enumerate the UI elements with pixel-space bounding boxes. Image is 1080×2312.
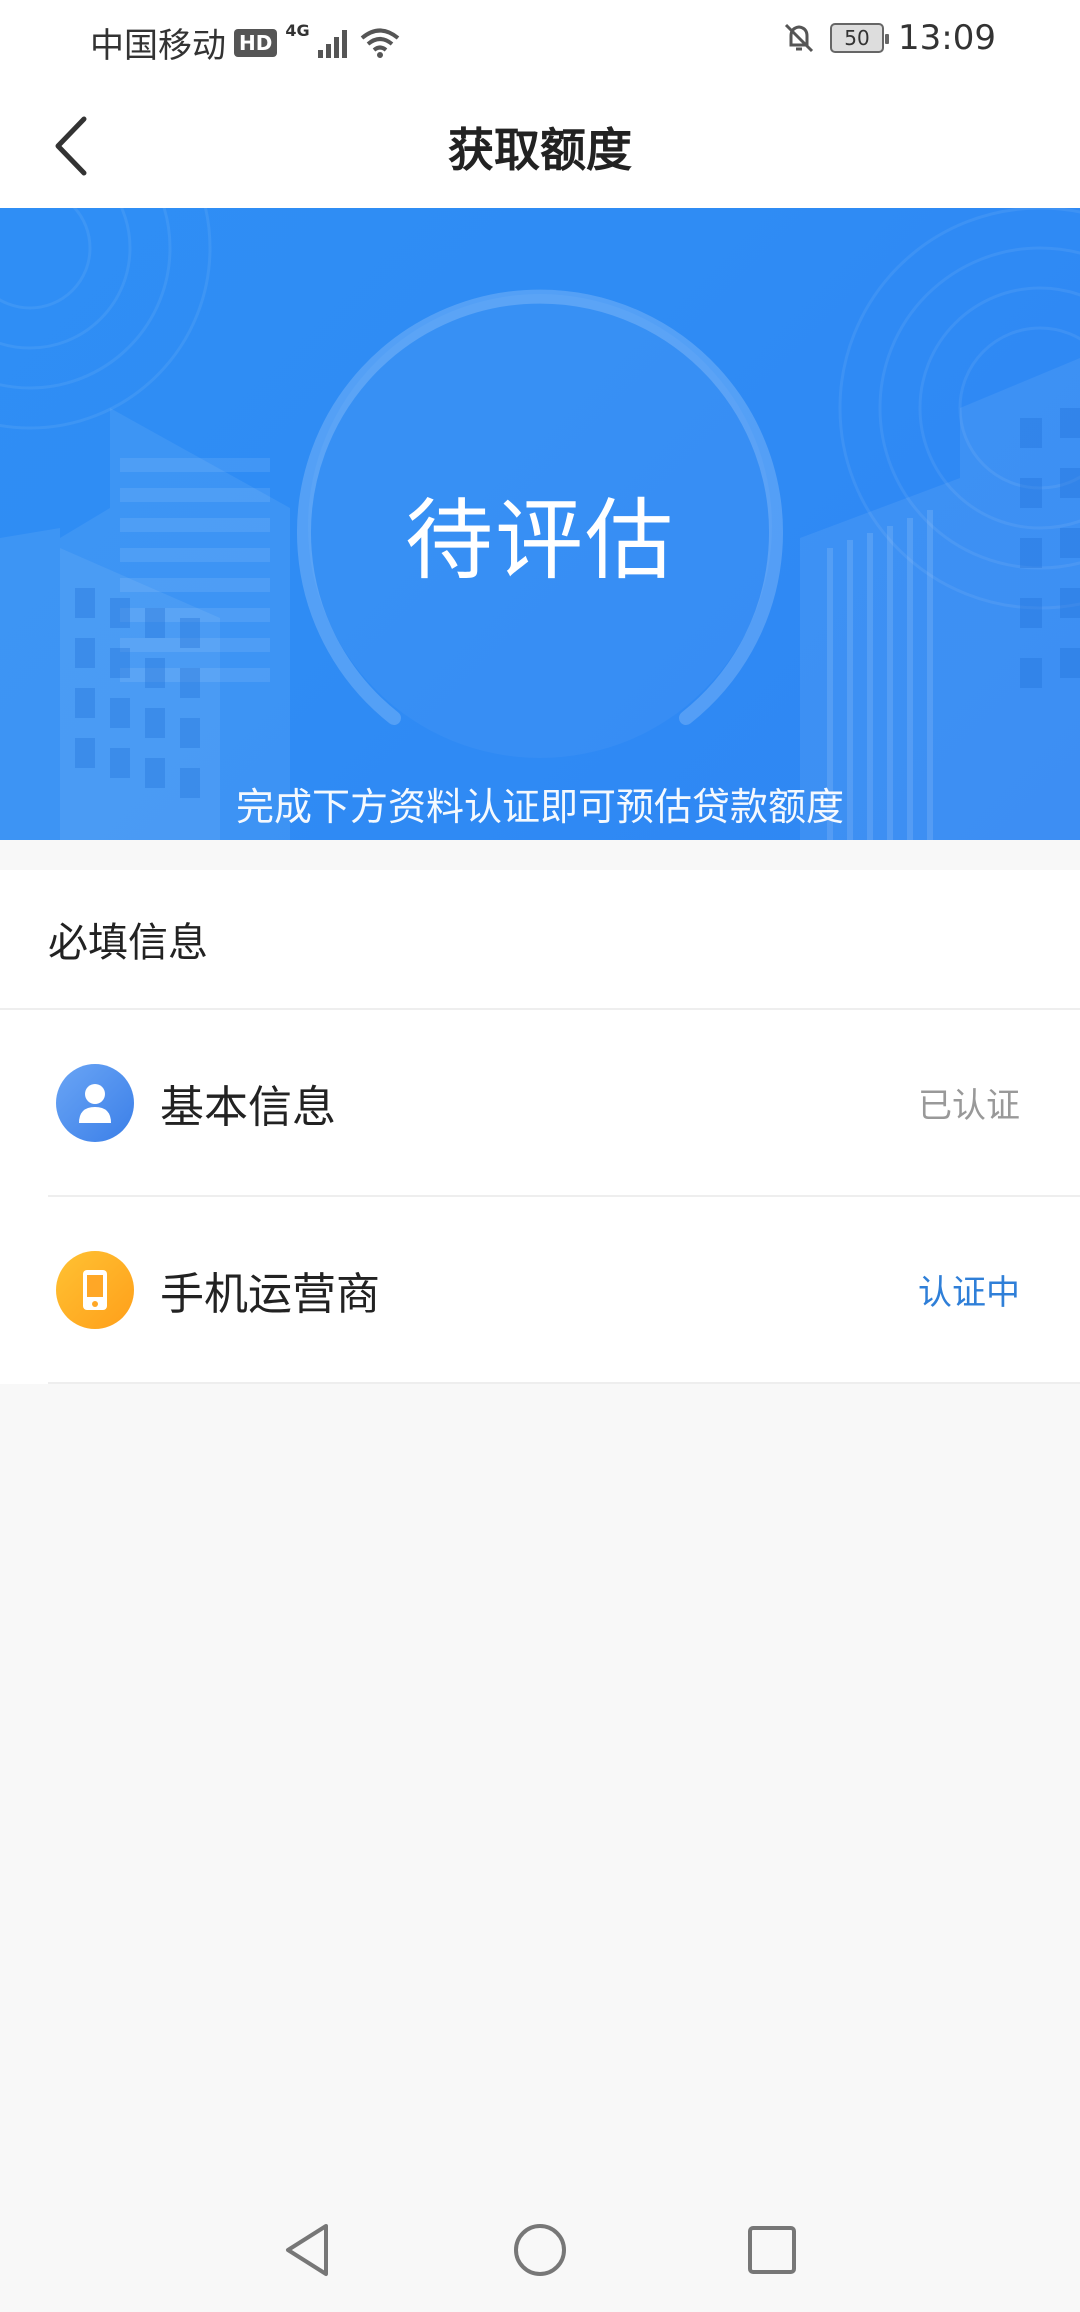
status-right: 50 13:09: [782, 18, 996, 58]
status-badge: 已认证: [918, 1086, 1020, 1126]
nav-bar: 获取额度: [0, 80, 1080, 208]
carrier-label: 中国移动: [90, 26, 226, 66]
status-left: 中国移动 HD 4G: [90, 18, 400, 67]
battery-icon: 50: [830, 23, 890, 53]
list-item-basic-info[interactable]: 基本信息 已认证: [48, 1010, 1080, 1197]
hero-subtitle: 完成下方资料认证即可预估贷款额度: [235, 785, 844, 829]
status-bar: 中国移动 HD 4G 50 13:09: [0, 0, 1080, 80]
user-icon: [56, 1063, 134, 1142]
system-navigation-bar: [0, 2190, 1080, 2312]
phone-icon: [56, 1250, 134, 1329]
list-item-label: 手机运营商: [160, 1268, 380, 1320]
signal-icon: [317, 29, 347, 58]
home-circle-icon[interactable]: [510, 2220, 570, 2280]
bell-off-icon: [784, 23, 814, 53]
hd-badge: HD: [234, 28, 278, 57]
clock-time: 13:09: [898, 18, 996, 58]
section-title: 必填信息: [0, 870, 1080, 1010]
page-title: 获取额度: [448, 123, 632, 177]
status-badge: 认证中: [918, 1273, 1020, 1313]
back-triangle-icon[interactable]: [278, 2220, 338, 2280]
list-item-mobile-carrier[interactable]: 手机运营商 认证中: [48, 1197, 1080, 1384]
required-info-section: 必填信息 基本信息 已认证 手机运营商 认证中: [0, 870, 1080, 1384]
wifi-icon: [360, 28, 399, 58]
hero-banner: 待评估 完成下方资料认证即可预估贷款额度: [0, 208, 1080, 840]
evaluation-status: 待评估: [404, 489, 675, 592]
network-label: 4G: [285, 21, 310, 40]
recents-square-icon[interactable]: [742, 2220, 802, 2280]
list-item-label: 基本信息: [160, 1081, 336, 1133]
